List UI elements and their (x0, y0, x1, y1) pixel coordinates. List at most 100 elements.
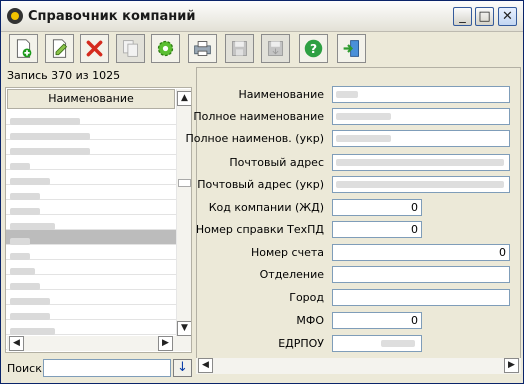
new-document-icon (16, 39, 32, 58)
svg-text:?: ? (310, 42, 317, 56)
list-item-text-blurred (10, 313, 50, 320)
close-button[interactable]: ✕ (498, 7, 517, 26)
name-value-blurred (336, 91, 358, 98)
list-item[interactable] (6, 185, 176, 200)
details-horizontal-scrollbar[interactable]: ◀ ▶ (196, 358, 521, 374)
list-item-text-blurred (10, 253, 30, 260)
list-item[interactable] (6, 305, 176, 320)
mfo-label: МФО (296, 314, 324, 327)
save-button[interactable] (225, 34, 254, 63)
company-list-rows (6, 110, 176, 350)
red-x-icon (86, 40, 103, 57)
company-directory-window: Справочник компаний _ □ ✕ ? Запись 370 и… (0, 0, 524, 384)
vertical-scrollbar[interactable]: ▲ ▼ (176, 89, 191, 336)
company-list: Наименование ▲ ▼ ◀ ▶ (5, 87, 192, 353)
postal-address-field[interactable] (332, 154, 510, 171)
window-title: Справочник компаний (28, 9, 196, 24)
list-item-text-blurred (10, 328, 55, 335)
scroll-up-button[interactable]: ▲ (177, 91, 191, 106)
list-item-text-blurred (10, 238, 30, 245)
list-item-text-blurred (10, 148, 90, 155)
settings-button[interactable] (151, 34, 180, 63)
print-button[interactable] (188, 34, 217, 63)
list-item-text-blurred (10, 133, 90, 140)
horizontal-scrollbar[interactable]: ◀ ▶ (7, 336, 191, 351)
list-item[interactable] (6, 245, 176, 260)
list-item[interactable] (6, 200, 176, 215)
exit-button[interactable] (337, 34, 366, 63)
list-item[interactable] (6, 155, 176, 170)
full-name-ukr-label: Полное наименов. (укр) (185, 132, 324, 145)
edrpou-value-blurred (381, 340, 415, 347)
list-item[interactable] (6, 140, 176, 155)
name-field[interactable] (332, 86, 510, 103)
save-as-button[interactable] (261, 34, 290, 63)
company-code-label: Код компании (ЖД) (208, 201, 324, 214)
postal-address-ukr-field[interactable] (332, 176, 510, 193)
list-item-text-blurred (10, 208, 40, 215)
list-item-text-blurred (10, 178, 50, 185)
toolbar: ? (1, 32, 523, 66)
list-item-text-blurred (10, 193, 40, 200)
branch-field[interactable] (332, 266, 510, 283)
add-record-button[interactable] (9, 34, 38, 63)
list-item-text-blurred (10, 118, 80, 125)
full-name-field[interactable] (332, 108, 510, 125)
minimize-button[interactable]: _ (453, 7, 472, 26)
delete-record-button[interactable] (80, 34, 109, 63)
company-code-field[interactable]: 0 (332, 199, 422, 216)
scroll-down-button[interactable]: ▼ (177, 321, 191, 336)
details-scroll-right-button[interactable]: ▶ (504, 358, 519, 373)
full-name-ukr-field[interactable] (332, 130, 510, 147)
edrpou-field[interactable] (332, 335, 422, 352)
scroll-thumb[interactable] (178, 179, 191, 187)
gear-icon (157, 40, 174, 57)
help-icon: ? (304, 39, 323, 58)
sunflower-icon (7, 8, 23, 24)
list-item[interactable] (6, 215, 176, 230)
full-name-label: Полное наименование (193, 110, 324, 123)
exit-door-icon (343, 40, 359, 57)
company-details-panel: Наименование Полное наименование Полное … (186, 67, 521, 374)
list-item-text-blurred (10, 283, 40, 290)
copy-icon (123, 40, 138, 57)
edit-record-button[interactable] (45, 34, 74, 63)
account-number-field[interactable]: 0 (332, 244, 510, 261)
scroll-right-button[interactable]: ▶ (158, 336, 173, 351)
list-item[interactable] (6, 320, 176, 335)
postal-address-ukr-label: Почтовый адрес (укр) (197, 178, 324, 191)
mfo-field[interactable]: 0 (332, 312, 422, 329)
account-number-label: Номер счета (250, 246, 324, 259)
postal-address-label: Почтовый адрес (229, 156, 324, 169)
edit-document-icon (52, 39, 68, 58)
list-item[interactable] (6, 110, 176, 125)
list-item-text-blurred (10, 298, 50, 305)
techpd-number-label: Номер справки ТехПД (195, 223, 324, 236)
list-item-text-blurred (10, 163, 30, 170)
techpd-number-field[interactable]: 0 (332, 221, 422, 238)
copy-record-button[interactable] (116, 34, 145, 63)
name-label: Наименование (238, 88, 324, 101)
list-item[interactable] (6, 125, 176, 140)
search-input[interactable] (43, 359, 171, 377)
floppy-icon (232, 41, 247, 56)
list-item[interactable] (6, 260, 176, 275)
help-button[interactable]: ? (299, 34, 328, 63)
city-label: Город (289, 291, 324, 304)
city-field[interactable] (332, 289, 510, 306)
floppy-arrow-icon (268, 41, 283, 56)
list-item[interactable] (6, 290, 176, 305)
column-header-name[interactable]: Наименование (7, 89, 175, 109)
printer-icon (194, 41, 211, 56)
details-scroll-left-button[interactable]: ◀ (198, 358, 213, 373)
maximize-button[interactable]: □ (475, 7, 494, 26)
full-name-value-blurred (336, 113, 391, 120)
list-item[interactable] (6, 170, 176, 185)
search-label: Поиск (7, 362, 42, 375)
list-item[interactable] (6, 275, 176, 290)
list-item[interactable] (6, 230, 176, 245)
record-status: Запись 370 из 1025 (7, 69, 121, 82)
search-down-button[interactable]: ↓ (173, 359, 192, 377)
branch-label: Отделение (259, 268, 324, 281)
scroll-left-button[interactable]: ◀ (9, 336, 24, 351)
